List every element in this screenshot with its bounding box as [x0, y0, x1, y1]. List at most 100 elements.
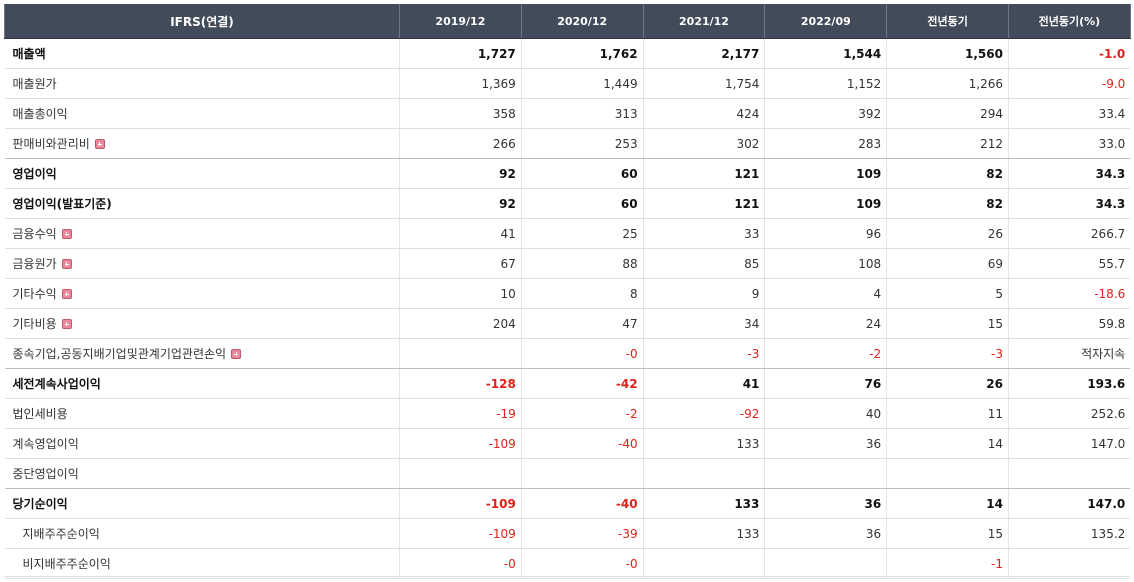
row-label-cell: 금융수익	[4, 218, 400, 249]
table-row: 기타비용 204 47 34 24 15 59.8	[4, 308, 1131, 339]
value-cell: -18.6	[1007, 278, 1131, 309]
row-label-cell: 매출액	[4, 38, 400, 69]
value-cell: 252.6	[1007, 398, 1131, 429]
value-cell: 41	[399, 218, 522, 249]
table-row: 세전계속사업이익 -128 -42 41 76 26 193.6	[4, 368, 1131, 399]
row-label: 매출총이익	[12, 107, 68, 121]
value-cell: -40	[520, 488, 644, 519]
row-label-cell: 법인세비용	[4, 398, 400, 429]
value-cell: 212	[886, 128, 1009, 159]
table-body: 매출액 1,727 1,762 2,177 1,544 1,560 -1.0 매출원가 1,36…	[4, 38, 1131, 579]
row-label-cell: 영업이익(발표기준)	[4, 188, 400, 219]
value-cell: -109	[399, 518, 522, 549]
value-cell: 55.7	[1007, 248, 1131, 279]
row-label: 계속영업이익	[12, 437, 79, 451]
value-cell: 33.0	[1007, 128, 1131, 159]
value-cell: 302	[642, 128, 765, 159]
value-cell: 283	[764, 128, 887, 159]
table-row: 법인세비용 -19 -2 -92 40 11 252.6	[4, 398, 1131, 429]
row-label: 매출액	[12, 47, 46, 61]
value-cell: 358	[399, 98, 522, 129]
value-cell: 33.4	[1007, 98, 1131, 129]
value-cell	[399, 458, 522, 489]
value-cell: 121	[642, 188, 765, 219]
value-cell: 34	[642, 308, 765, 339]
value-cell: 193.6	[1007, 368, 1131, 399]
value-cell	[642, 458, 765, 489]
value-cell: 14	[886, 488, 1009, 519]
value-cell: 85	[642, 248, 765, 279]
header-col-2019-12: 2019/12	[399, 4, 522, 39]
value-cell: 392	[764, 98, 887, 129]
row-label: 종속기업,공동지배기업및관계기업관련손익	[12, 347, 227, 361]
value-cell: 40	[764, 398, 887, 429]
income-statement-table: IFRS(연결) 2019/12 2020/12 2021/12 2022/09…	[4, 4, 1131, 579]
value-cell: 적자지속	[1007, 338, 1131, 369]
value-cell: 25	[520, 218, 644, 249]
value-cell: -109	[399, 428, 522, 459]
value-cell: 121	[642, 158, 765, 189]
value-cell: -0	[399, 548, 522, 579]
value-cell	[764, 458, 887, 489]
value-cell: -0	[520, 548, 644, 579]
value-cell: 253	[520, 128, 644, 159]
value-cell: 1,754	[642, 68, 765, 99]
row-label: 판매비와관리비	[12, 137, 90, 151]
row-label: 세전계속사업이익	[12, 377, 101, 391]
row-label-cell: 중단영업이익	[4, 458, 400, 489]
value-cell: 82	[886, 158, 1009, 189]
table-row: 중단영업이익	[4, 458, 1131, 489]
value-cell	[764, 548, 887, 579]
value-cell: -3	[642, 338, 765, 369]
value-cell: -1.0	[1007, 38, 1131, 69]
row-label: 비지배주주순이익	[22, 557, 111, 571]
row-label-cell: 금융원가	[4, 248, 400, 279]
row-label-cell: 매출원가	[4, 68, 400, 99]
plus-box-icon[interactable]	[61, 259, 72, 269]
value-cell: 147.0	[1007, 488, 1131, 519]
value-cell: 92	[399, 188, 522, 219]
value-cell: 133	[642, 518, 765, 549]
value-cell: 47	[520, 308, 644, 339]
header-col-2022-09: 2022/09	[764, 4, 888, 39]
value-cell: 76	[764, 368, 887, 399]
table-row: 당기순이익 -109 -40 133 36 14 147.0	[4, 488, 1131, 519]
value-cell: -39	[520, 518, 644, 549]
plus-box-icon[interactable]	[94, 139, 105, 149]
value-cell: 36	[764, 428, 887, 459]
header-col-2021-12: 2021/12	[642, 4, 766, 39]
plus-box-icon[interactable]	[61, 289, 72, 299]
row-label: 영업이익(발표기준)	[12, 197, 112, 211]
value-cell: 36	[764, 488, 887, 519]
table-row: 매출원가 1,369 1,449 1,754 1,152 1,266 -9.0	[4, 68, 1131, 99]
value-cell: 96	[764, 218, 887, 249]
table-row: 영업이익(발표기준) 92 60 121 109 82 34.3	[4, 188, 1131, 219]
header-col-prev-period: 전년동기	[886, 4, 1009, 39]
value-cell: 15	[886, 518, 1009, 549]
value-cell: 133	[642, 428, 765, 459]
value-cell: -40	[520, 428, 644, 459]
value-cell: -9.0	[1007, 68, 1131, 99]
value-cell: 2,177	[642, 38, 765, 69]
plus-box-icon[interactable]	[231, 349, 242, 359]
plus-box-icon[interactable]	[61, 229, 72, 239]
row-label-cell: 세전계속사업이익	[4, 368, 400, 399]
plus-box-icon[interactable]	[61, 319, 72, 329]
value-cell: 67	[399, 248, 522, 279]
value-cell: 1,560	[886, 38, 1009, 69]
value-cell: 1,152	[764, 68, 887, 99]
row-label: 금융원가	[12, 257, 57, 271]
value-cell: 14	[886, 428, 1009, 459]
value-cell: 1,762	[520, 38, 644, 69]
row-label-cell: 영업이익	[4, 158, 400, 189]
value-cell	[399, 338, 522, 369]
value-cell: 1,266	[886, 68, 1009, 99]
table-bottom-border	[4, 576, 1130, 577]
value-cell	[886, 458, 1009, 489]
value-cell: 92	[399, 158, 522, 189]
value-cell: -2	[520, 398, 644, 429]
row-label-cell: 당기순이익	[4, 488, 400, 519]
value-cell: 41	[642, 368, 765, 399]
value-cell: 34.3	[1007, 188, 1131, 219]
header-col-2020-12: 2020/12	[520, 4, 644, 39]
